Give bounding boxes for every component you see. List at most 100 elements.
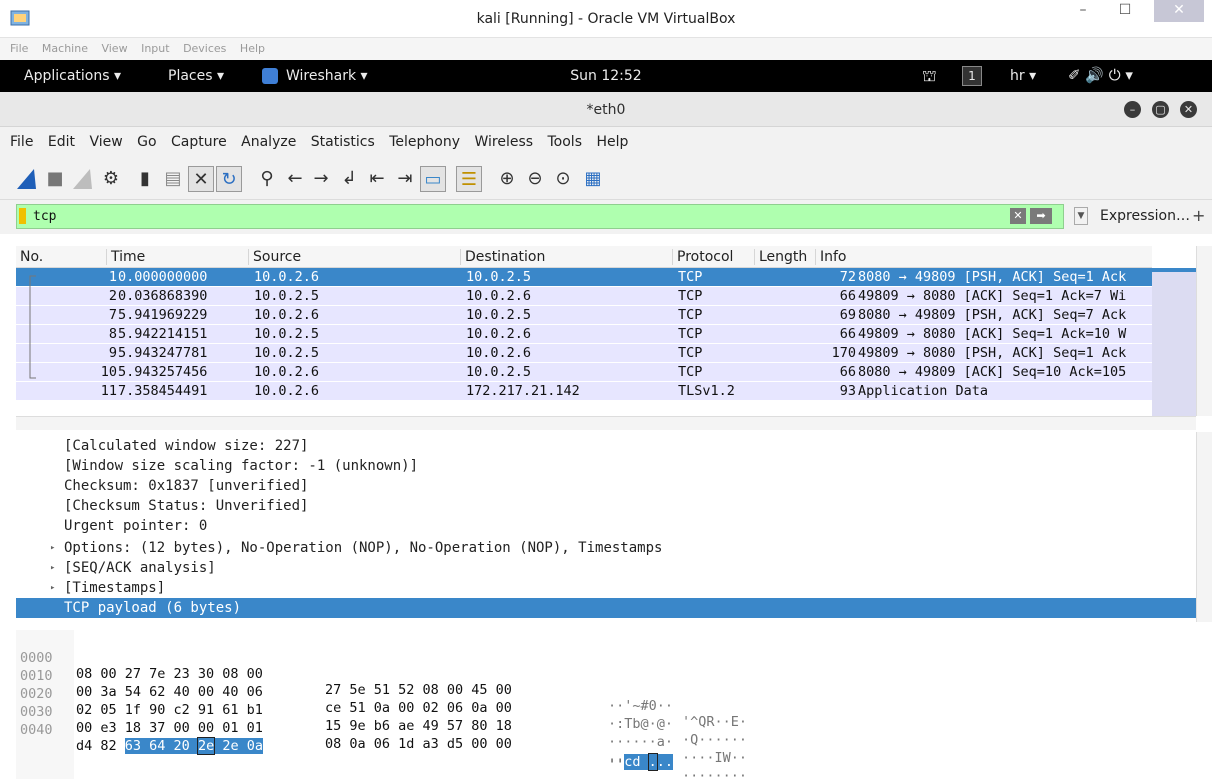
normal-size-icon[interactable]: ⊙ — [550, 166, 576, 192]
expand-triangle-icon[interactable]: ▸ — [50, 558, 55, 578]
autoscroll-icon[interactable]: ▭ — [420, 166, 446, 192]
save-file-icon[interactable]: ▤ — [160, 166, 186, 192]
vbox-maximize-button[interactable]: ☐ — [1108, 0, 1142, 22]
system-tray-icons[interactable]: ✐ 🔊 ⏻ ▾ — [1068, 66, 1133, 84]
packet-row[interactable]: 9 5.943247781 10.0.2.5 10.0.2.6 TCP 170 … — [16, 344, 1152, 362]
clear-filter-icon[interactable]: ✕ — [1010, 208, 1026, 224]
keyboard-layout-menu[interactable]: hr ▾ — [1010, 68, 1036, 84]
detail-line[interactable]: [Checksum Status: Unverified] — [16, 496, 1196, 516]
bytes-row[interactable]: 0000 08 00 27 7e 23 30 08 00 27 5e 51 52… — [16, 634, 1212, 730]
bytes-row[interactable]: 0030 00 e3 18 37 00 00 01 01 08 0a 06 1d… — [16, 688, 1212, 779]
filter-bookmark-icon[interactable] — [19, 208, 26, 224]
stop-capture-icon[interactable]: ■ — [42, 166, 68, 192]
detail-line[interactable]: Checksum: 0x1837 [unverified] — [16, 476, 1196, 496]
bytes-row[interactable]: 0020 02 05 1f 90 c2 91 61 b1 15 9e b6 ae… — [16, 670, 1212, 766]
byte-cursor: 2e — [196, 737, 216, 755]
packet-row[interactable]: 2 0.036868390 10.0.2.5 10.0.2.6 TCP 66 4… — [16, 287, 1152, 305]
bytes-row[interactable]: 0010 00 3a 54 62 40 00 40 06 ce 51 0a 00… — [16, 652, 1212, 748]
detail-line[interactable]: [Calculated window size: 227] — [16, 436, 1196, 456]
col-header-destination[interactable]: Destination — [460, 249, 545, 265]
vbox-menu-file[interactable]: File — [10, 42, 28, 55]
packet-list-horizontal-scrollbar[interactable] — [16, 416, 1196, 430]
menu-analyze[interactable]: Analyze — [241, 134, 296, 150]
col-header-source[interactable]: Source — [248, 249, 301, 265]
col-header-no[interactable]: No. — [16, 249, 43, 265]
detail-line[interactable]: ▸ [SEQ/ACK analysis] — [16, 558, 1196, 578]
find-packet-icon[interactable]: ⚲ — [254, 166, 280, 192]
first-packet-icon[interactable]: ⇤ — [364, 166, 390, 192]
vbox-menu-view[interactable]: View — [101, 42, 127, 55]
wireshark-window-title: *eth0 — [586, 102, 626, 118]
packet-row[interactable]: 1 0.000000000 10.0.2.6 10.0.2.5 TCP 72 8… — [16, 268, 1152, 286]
packet-row[interactable]: 10 5.943257456 10.0.2.6 10.0.2.5 TCP 66 … — [16, 363, 1152, 381]
gnome-top-bar: Applications ▾ Places ▾ Wireshark ▾ Sun … — [0, 60, 1212, 92]
resize-columns-icon[interactable]: ▦ — [580, 166, 606, 192]
packet-row[interactable]: 11 7.358454491 10.0.2.6 172.217.21.142 T… — [16, 382, 1152, 400]
bytes-ascii-last: ··cd ... — [608, 753, 674, 771]
filter-history-dropdown[interactable]: ▼ — [1074, 207, 1088, 225]
packet-bytes-pane: 0000 08 00 27 7e 23 30 08 00 27 5e 51 52… — [16, 630, 1212, 779]
vbox-close-button[interactable]: ✕ — [1154, 0, 1204, 22]
detail-line[interactable]: ▸ [Timestamps] — [16, 578, 1196, 598]
network-icon[interactable]: ⛫ — [922, 66, 937, 87]
menu-go[interactable]: Go — [137, 134, 156, 150]
go-forward-arrow-icon[interactable]: → — [308, 166, 334, 192]
col-header-info[interactable]: Info — [815, 249, 847, 265]
go-back-arrow-icon[interactable]: ← — [282, 166, 308, 192]
close-file-icon[interactable]: ✕ — [188, 166, 214, 192]
go-to-packet-icon[interactable]: ↲ — [336, 166, 362, 192]
col-header-length[interactable]: Length — [754, 249, 807, 265]
detail-line[interactable]: ▸ Options: (12 bytes), No-Operation (NOP… — [16, 538, 1196, 558]
packet-row[interactable]: 8 5.942214151 10.0.2.5 10.0.2.6 TCP 66 4… — [16, 325, 1152, 343]
capture-options-gear-icon[interactable]: ⚙ — [98, 166, 124, 192]
zoom-out-icon[interactable]: ⊖ — [522, 166, 548, 192]
expression-button[interactable]: Expression… — [1100, 208, 1190, 224]
wireshark-minimize-button[interactable]: – — [1124, 101, 1141, 118]
menu-tools[interactable]: Tools — [548, 134, 583, 150]
reload-file-icon[interactable]: ↻ — [216, 166, 242, 192]
menu-statistics[interactable]: Statistics — [311, 134, 375, 150]
bytes-row[interactable]: 0040 d4 82 63 64 20 2e 2e 0a ··cd ... — [16, 706, 1212, 771]
start-capture-shark-fin-icon[interactable] — [14, 166, 40, 192]
menu-wireless[interactable]: Wireless — [474, 134, 533, 150]
zoom-in-icon[interactable]: ⊕ — [494, 166, 520, 192]
packet-row[interactable]: 7 5.941969229 10.0.2.6 10.0.2.5 TCP 69 8… — [16, 306, 1152, 324]
vbox-menu-devices[interactable]: Devices — [183, 42, 226, 55]
restart-capture-fin-icon[interactable] — [70, 166, 96, 192]
menu-help[interactable]: Help — [596, 134, 628, 150]
open-file-icon[interactable]: ▮ — [132, 166, 158, 192]
menu-file[interactable]: File — [10, 134, 33, 150]
menu-telephony[interactable]: Telephony — [389, 134, 460, 150]
vbox-menu-input[interactable]: Input — [141, 42, 169, 55]
expand-triangle-icon[interactable]: ▸ — [50, 578, 55, 598]
vbox-menu-machine[interactable]: Machine — [42, 42, 88, 55]
apply-filter-arrow-icon[interactable]: ➡ — [1030, 208, 1052, 224]
col-header-protocol[interactable]: Protocol — [672, 249, 733, 265]
add-filter-button[interactable]: + — [1192, 206, 1205, 225]
vbox-menu-help[interactable]: Help — [240, 42, 265, 55]
vbox-minimize-button[interactable]: – — [1066, 0, 1100, 22]
payload-ascii-highlight[interactable]: cd ... — [624, 753, 674, 771]
last-packet-icon[interactable]: ⇥ — [392, 166, 418, 192]
detail-line-selected[interactable]: TCP payload (6 bytes) — [16, 598, 1196, 618]
detail-line[interactable]: [Window size scaling factor: -1 (unknown… — [16, 456, 1196, 476]
colorize-icon[interactable]: ☰ — [456, 166, 482, 192]
menu-edit[interactable]: Edit — [48, 134, 75, 150]
col-header-time[interactable]: Time — [106, 249, 145, 265]
detail-line[interactable]: Urgent pointer: 0 — [16, 516, 1196, 536]
packet-list-vertical-scrollbar[interactable] — [1196, 246, 1212, 416]
vbox-menubar: File Machine View Input Devices Help — [0, 38, 1212, 60]
wireshark-close-button[interactable]: ✕ — [1180, 101, 1197, 118]
workspace-indicator[interactable]: 1 — [962, 66, 982, 86]
vbox-titlebar: kali [Running] - Oracle VM VirtualBox – … — [0, 0, 1212, 38]
vbox-window-title: kali [Running] - Oracle VM VirtualBox — [476, 11, 736, 27]
wireshark-maximize-button[interactable]: ▢ — [1152, 101, 1169, 118]
menu-view[interactable]: View — [89, 134, 122, 150]
expand-triangle-icon[interactable]: ▸ — [50, 538, 55, 558]
packet-intelligent-scrollbar[interactable] — [1152, 268, 1196, 416]
payload-hex-highlight[interactable]: 63 64 20 2e 2e 0a — [124, 737, 263, 755]
display-filter-input[interactable]: tcp — [16, 204, 1064, 229]
details-vertical-scrollbar[interactable] — [1196, 432, 1212, 622]
display-filter-bar: tcp ✕ ➡ ▼ Expression… + — [0, 200, 1212, 234]
menu-capture[interactable]: Capture — [171, 134, 227, 150]
